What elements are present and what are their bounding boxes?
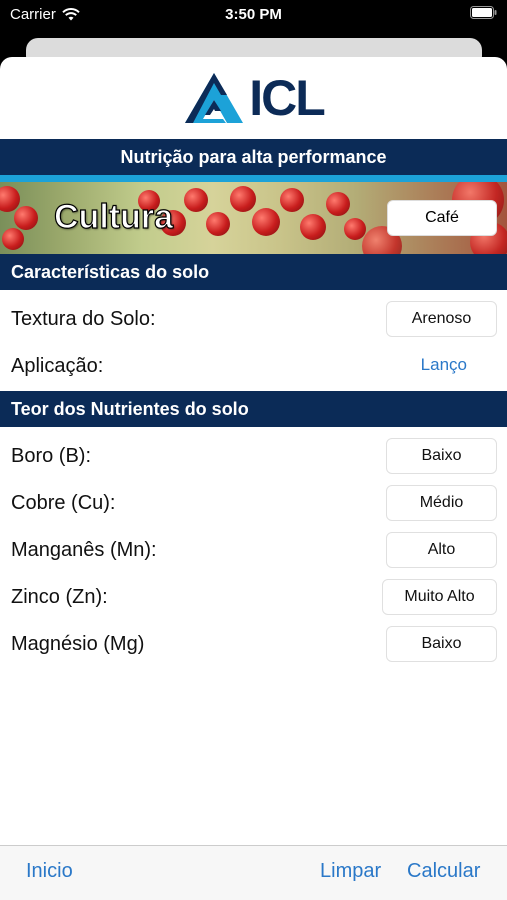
battery-icon (470, 6, 497, 19)
coffee-berry-image (252, 208, 280, 236)
icl-logo: ICL (183, 69, 326, 127)
manganese-level-selector[interactable]: Alto (386, 532, 497, 568)
nutrient-label: Manganês (Mn): (11, 539, 157, 561)
status-bar: Carrier 3:50 PM (0, 0, 507, 30)
home-button[interactable]: Inicio (26, 860, 73, 883)
tagline-bar: Nutrição para alta performance (0, 139, 507, 175)
nutrient-label: Cobre (Cu): (11, 492, 116, 514)
culture-selector[interactable]: Café (387, 200, 497, 236)
soil-texture-selector[interactable]: Arenoso (386, 301, 497, 337)
coffee-berry-image (206, 212, 230, 236)
nutrient-label: Zinco (Zn): (11, 586, 108, 608)
bottom-toolbar: Inicio Limpar Calcular (0, 845, 507, 900)
tagline-accent-stripe (0, 175, 507, 182)
logo-text: ICL (249, 70, 326, 126)
application-row: Aplicação: Lanço (0, 342, 507, 389)
magnesium-level-selector[interactable]: Baixo (386, 626, 497, 662)
nutrient-label: Magnésio (Mg) (11, 633, 145, 655)
soil-texture-label: Textura do Solo: (11, 308, 156, 330)
coffee-berry-image (280, 188, 304, 212)
nutrient-row-zinc: Zinco (Zn): Muito Alto (0, 573, 507, 620)
soil-section-header: Características do solo (0, 254, 507, 290)
application-label: Aplicação: (11, 355, 104, 377)
clear-button[interactable]: Limpar (320, 860, 381, 883)
nutrient-row-copper: Cobre (Cu): Médio (0, 479, 507, 526)
nutrient-row-boron: Boro (B): Baixo (0, 432, 507, 479)
coffee-berry-image (230, 186, 256, 212)
coffee-berry-image (300, 214, 326, 240)
boron-level-selector[interactable]: Baixo (386, 438, 497, 474)
coffee-berry-image (326, 192, 350, 216)
zinc-level-selector[interactable]: Muito Alto (382, 579, 497, 615)
nutrients-section-header: Teor dos Nutrientes do solo (0, 391, 507, 427)
application-selector[interactable]: Lanço (421, 355, 467, 375)
culture-banner: Cultura Café (0, 182, 507, 254)
calculate-button[interactable]: Calcular (407, 860, 480, 883)
icl-triangle-icon (185, 73, 244, 123)
soil-texture-row: Textura do Solo: Arenoso (0, 295, 507, 342)
coffee-berry-image (344, 218, 366, 240)
nutrient-row-magnesium: Magnésio (Mg) Baixo (0, 620, 507, 667)
coffee-berry-image (14, 206, 38, 230)
modal-sheet: ICL Nutrição para alta performance Cultu… (0, 57, 507, 900)
culture-label: Cultura (53, 197, 173, 236)
nutrient-row-manganese: Manganês (Mn): Alto (0, 526, 507, 573)
coffee-berry-image (2, 228, 24, 250)
status-time: 3:50 PM (225, 6, 282, 23)
coffee-berry-image (184, 188, 208, 212)
logo-area: ICL (0, 57, 507, 139)
copper-level-selector[interactable]: Médio (386, 485, 497, 521)
nutrient-label: Boro (B): (11, 445, 92, 467)
